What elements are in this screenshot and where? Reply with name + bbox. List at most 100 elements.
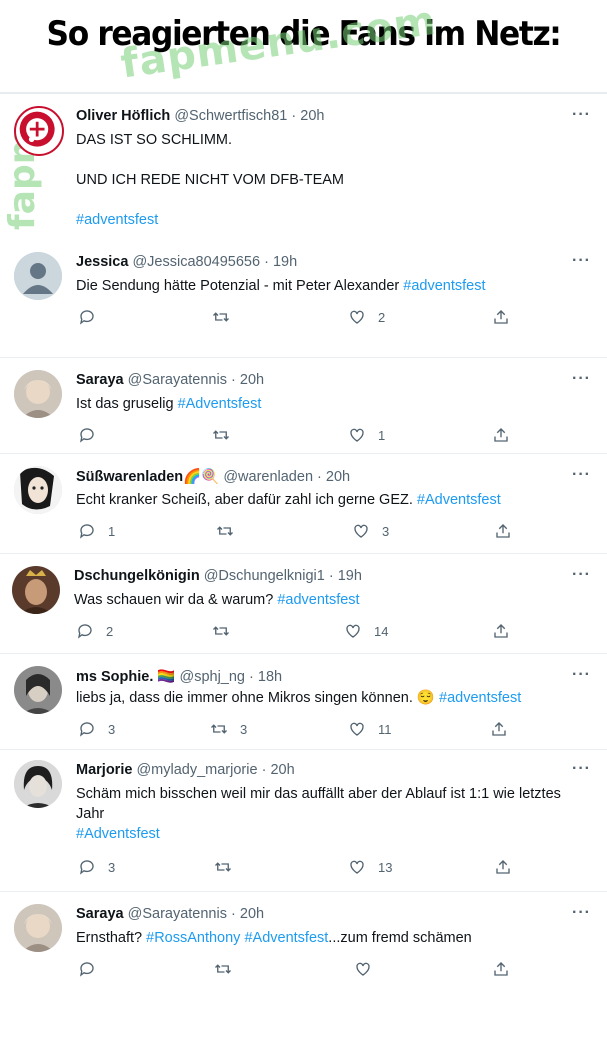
- tweet-card[interactable]: Dschungelkönigin @Dschungelknigi1 · 19h …: [0, 554, 607, 654]
- hashtag-link[interactable]: #adventsfest: [403, 278, 485, 294]
- hashtag-link[interactable]: #adventsfest: [439, 690, 521, 706]
- tweet-time[interactable]: 20h: [240, 372, 264, 388]
- more-icon[interactable]: ···: [572, 466, 591, 484]
- avatar[interactable]: [14, 666, 62, 714]
- tweet-text-line: DAS IST SO SCHLIMM.: [76, 132, 233, 148]
- hashtag-link[interactable]: #Adventsfest: [244, 930, 328, 946]
- share-button[interactable]: [492, 622, 510, 640]
- avatar[interactable]: [14, 904, 62, 952]
- retweet-button[interactable]: [214, 960, 244, 978]
- more-icon[interactable]: ···: [572, 106, 591, 124]
- like-button[interactable]: 1: [348, 426, 385, 444]
- reply-button[interactable]: [78, 960, 108, 978]
- hashtag-link[interactable]: #Adventsfest: [417, 492, 501, 508]
- tweet-card[interactable]: Saraya @Sarayatennis · 20h ··· Ernsthaft…: [0, 892, 607, 992]
- author-name[interactable]: Oliver Höflich: [76, 108, 170, 124]
- action-bar: 1: [76, 426, 516, 446]
- reply-button[interactable]: 3: [78, 720, 115, 738]
- more-icon[interactable]: ···: [572, 370, 591, 388]
- retweet-count: 3: [240, 721, 248, 737]
- share-button[interactable]: [494, 522, 512, 540]
- retweet-button[interactable]: [212, 308, 242, 326]
- author-handle[interactable]: @Jessica80495656: [132, 254, 260, 270]
- tweet-time[interactable]: 18h: [258, 669, 282, 685]
- tweet-time[interactable]: 20h: [240, 906, 264, 922]
- more-icon[interactable]: ···: [572, 904, 591, 922]
- tweet-time[interactable]: 20h: [270, 762, 294, 778]
- tweet-text-plain: Ist das gruselig: [76, 396, 178, 412]
- tweet-time[interactable]: 19h: [338, 568, 362, 584]
- hashtag-link[interactable]: #Adventsfest: [76, 826, 160, 842]
- author-handle[interactable]: @mylady_marjorie: [136, 762, 257, 778]
- author-handle[interactable]: @sphj_ng: [179, 669, 245, 685]
- author-handle[interactable]: @Schwertfisch81: [174, 108, 287, 124]
- like-button[interactable]: 11: [348, 720, 392, 738]
- author-handle[interactable]: @Sarayatennis: [128, 906, 227, 922]
- author-name[interactable]: Dschungelkönigin: [74, 568, 200, 584]
- retweet-button[interactable]: 3: [210, 720, 247, 738]
- tweet-time[interactable]: 20h: [326, 469, 350, 485]
- retweet-button[interactable]: [216, 522, 246, 540]
- share-button[interactable]: [492, 308, 510, 326]
- club-logo-avatar[interactable]: [14, 106, 64, 156]
- more-icon[interactable]: ···: [572, 760, 591, 778]
- share-button[interactable]: [492, 426, 510, 444]
- action-bar: 2: [76, 308, 516, 328]
- author-name[interactable]: Saraya: [76, 372, 124, 388]
- share-icon: [494, 310, 508, 324]
- tweet-time[interactable]: 20h: [300, 108, 324, 124]
- author-name[interactable]: Süßwarenladen: [76, 469, 183, 485]
- author-name[interactable]: ms Sophie.: [76, 669, 153, 685]
- like-button[interactable]: 13: [348, 858, 392, 876]
- reply-button[interactable]: [78, 426, 108, 444]
- tweet-card[interactable]: ms Sophie. 🏳️‍🌈 @sphj_ng · 18h ··· liebs…: [0, 654, 607, 750]
- tweet-card[interactable]: Marjorie @mylady_marjorie · 20h ··· Schä…: [0, 750, 607, 892]
- club-crest-icon: [19, 111, 55, 147]
- tweet-text-line: #adventsfest: [76, 210, 596, 230]
- avatar[interactable]: [14, 252, 62, 300]
- more-icon[interactable]: ···: [572, 252, 591, 270]
- share-button[interactable]: [492, 960, 510, 978]
- separator-dot: ·: [264, 254, 269, 270]
- share-button[interactable]: [490, 720, 508, 738]
- author-handle[interactable]: @Dschungelknigi1: [204, 568, 325, 584]
- tweet-card[interactable]: Süßwarenladen🌈🍭 @warenladen · 20h ··· Ec…: [0, 454, 607, 554]
- hashtag-link[interactable]: #Adventsfest: [178, 396, 262, 412]
- more-icon[interactable]: ···: [572, 566, 591, 584]
- tweet-header: Oliver Höflich @Schwertfisch81 · 20h: [76, 108, 324, 124]
- avatar[interactable]: [14, 760, 62, 808]
- more-icon[interactable]: ···: [572, 666, 591, 684]
- hashtag-link[interactable]: #RossAnthony: [146, 930, 240, 946]
- retweet-button[interactable]: [214, 858, 244, 876]
- tweet-card[interactable]: Jessica @Jessica80495656 · 19h ··· Die S…: [0, 240, 607, 358]
- retweet-button[interactable]: [212, 426, 242, 444]
- author-name[interactable]: Marjorie: [76, 762, 132, 778]
- reply-button[interactable]: 1: [78, 522, 115, 540]
- reply-button[interactable]: 2: [76, 622, 113, 640]
- reply-button[interactable]: 3: [78, 858, 115, 876]
- profile-photo-icon: [14, 370, 62, 418]
- tweet-card[interactable]: Oliver Höflich @Schwertfisch81 · 20h ···…: [0, 94, 607, 240]
- avatar[interactable]: [14, 466, 62, 514]
- hashtag-link[interactable]: #adventsfest: [76, 212, 158, 228]
- retweet-button[interactable]: [212, 622, 242, 640]
- avatar[interactable]: [14, 370, 62, 418]
- avatar[interactable]: [12, 566, 60, 614]
- author-name[interactable]: Jessica: [76, 254, 128, 270]
- like-button[interactable]: 3: [352, 522, 389, 540]
- like-button[interactable]: 14: [344, 622, 388, 640]
- reply-button[interactable]: [78, 308, 108, 326]
- like-button[interactable]: [354, 960, 384, 978]
- like-count: 13: [378, 859, 393, 875]
- tweet-card[interactable]: Saraya @Sarayatennis · 20h ··· Ist das g…: [0, 358, 607, 454]
- like-button[interactable]: 2: [348, 308, 385, 326]
- reply-count: 2: [106, 623, 114, 639]
- author-handle[interactable]: @Sarayatennis: [128, 372, 227, 388]
- hashtag-link[interactable]: #adventsfest: [277, 592, 359, 608]
- tweet-time[interactable]: 19h: [273, 254, 297, 270]
- share-button[interactable]: [494, 858, 512, 876]
- author-handle[interactable]: @warenladen: [223, 469, 313, 485]
- share-icon: [496, 860, 510, 874]
- tweet-text-plain: liebs ja, dass die immer ohne Mikros sin…: [76, 690, 417, 706]
- author-name[interactable]: Saraya: [76, 906, 124, 922]
